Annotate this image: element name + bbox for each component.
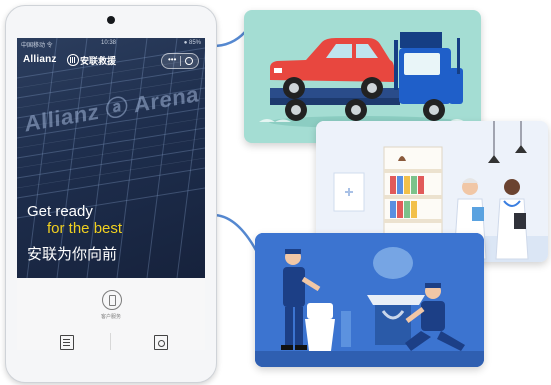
hero-banner: 中国移动 令 10:38 ● 85% Allianz 安联救援 ••• Alli… (17, 38, 205, 278)
tagline-line-1: Get ready (27, 203, 93, 220)
service-label[interactable]: 客户服务 (93, 313, 129, 320)
battery-text: ● 85% (183, 40, 201, 46)
document-icon[interactable] (60, 335, 74, 350)
tagline-cn: 安联为你向前 (27, 246, 118, 263)
clock-text: 10:38 (101, 40, 117, 46)
stadium-facade-image (17, 38, 205, 278)
allianz-logo-icon (67, 54, 79, 66)
app-header: Allianz 安联救援 ••• (17, 50, 205, 70)
app-screen: 中国移动 令 10:38 ● 85% Allianz 安联救援 ••• Alli… (17, 38, 205, 350)
tablet-device: 中国移动 令 10:38 ● 85% Allianz 安联救援 ••• Alli… (5, 5, 217, 383)
search-document-icon[interactable] (154, 335, 168, 350)
camera-dot (107, 16, 115, 24)
phone-icon[interactable] (102, 290, 122, 310)
capsule-divider (180, 56, 181, 66)
mini-program-capsule[interactable]: ••• (161, 53, 199, 69)
bottom-divider (110, 333, 111, 350)
status-bar: 中国移动 令 10:38 ● 85% (17, 38, 205, 50)
allianz-logo-text: Allianz (23, 54, 57, 65)
more-icon[interactable]: ••• (168, 56, 176, 64)
tagline-line-2: for the best (47, 220, 123, 237)
carrier-text: 中国移动 令 (21, 43, 53, 49)
close-ring-icon[interactable] (185, 57, 193, 65)
plumbers-illustration (255, 233, 484, 367)
service-section: 客户服务 (17, 278, 205, 350)
plumbers-card (255, 233, 484, 367)
app-name-cn: 安联救援 (80, 56, 117, 66)
